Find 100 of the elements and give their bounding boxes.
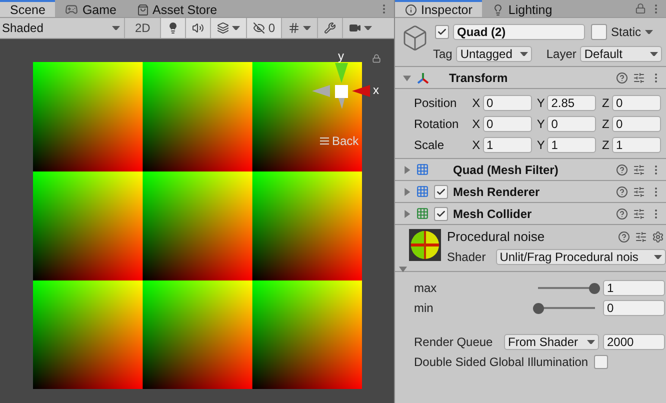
menu-icon[interactable]: [320, 137, 329, 145]
number-field[interactable]: 2000: [603, 334, 665, 350]
property-label: Double Sided Global Illumination: [414, 355, 588, 369]
number-field[interactable]: 0: [547, 116, 596, 132]
lightbulb-icon[interactable]: [167, 22, 180, 34]
number-field[interactable]: 0: [482, 116, 532, 132]
material-sphere-icon: [409, 229, 441, 261]
help-icon[interactable]: [616, 164, 628, 176]
number-field[interactable]: 0: [612, 94, 661, 110]
object-name-field[interactable]: Quad (2): [453, 24, 585, 40]
property-label: Position: [414, 96, 458, 110]
layer-dropdown[interactable]: Default: [580, 46, 662, 62]
number-field[interactable]: 1: [482, 136, 532, 152]
double-sided-checkbox[interactable]: [594, 355, 608, 369]
presets-icon[interactable]: [635, 230, 647, 242]
presets-icon[interactable]: [633, 164, 645, 176]
axis-label: X: [472, 116, 480, 130]
bag-icon: [136, 4, 148, 16]
help-icon[interactable]: [616, 72, 628, 84]
axes-icon: [416, 72, 430, 84]
presets-icon[interactable]: [633, 208, 645, 220]
presets-icon[interactable]: [633, 72, 645, 84]
caret-icon: [364, 26, 372, 30]
foldout-arrow-icon[interactable]: [403, 188, 411, 196]
grid-icon: [416, 207, 429, 220]
foldout-arrow-icon[interactable]: [403, 210, 411, 218]
x-axis-label: x: [373, 83, 379, 97]
lightbulb-icon: [492, 4, 504, 16]
caret-icon: [303, 26, 312, 30]
number-field[interactable]: 0: [482, 94, 532, 110]
static-label: Static: [611, 25, 642, 39]
tab[interactable]: Lighting: [482, 0, 562, 17]
axis-label: X: [472, 138, 480, 152]
tab[interactable]: Inspector: [395, 0, 482, 17]
axis-label: X: [472, 96, 480, 110]
info-icon: [405, 4, 417, 16]
grid-icon[interactable]: [288, 22, 300, 34]
number-field[interactable]: 0: [603, 300, 665, 316]
enabled-checkbox[interactable]: [434, 206, 448, 220]
slider-thumb[interactable]: [589, 282, 600, 294]
section-title: Transform: [449, 70, 508, 84]
axis-label: Y: [536, 116, 546, 130]
help-icon[interactable]: [618, 230, 630, 242]
tag-dropdown[interactable]: Untagged: [456, 46, 532, 62]
lock-icon[interactable]: [372, 54, 381, 63]
static-checkbox[interactable]: [591, 24, 607, 40]
caret-icon: [232, 26, 240, 30]
tab[interactable]: Scene: [0, 0, 56, 17]
caret-icon: [587, 340, 595, 344]
tag-label: Tag: [433, 47, 452, 61]
number-field[interactable]: 1: [547, 136, 596, 152]
layers-icon[interactable]: [217, 22, 230, 34]
axis-label: Y: [536, 138, 546, 152]
number-field[interactable]: 1: [612, 136, 661, 152]
caret-icon: [520, 52, 528, 56]
layer-label: Layer: [546, 47, 576, 61]
axis-label: Z: [601, 96, 610, 110]
check-icon: [437, 27, 447, 37]
property-label: min: [414, 301, 434, 315]
section-title: Quad (Mesh Filter): [453, 162, 558, 176]
help-icon[interactable]: [616, 208, 628, 220]
foldout-arrow-icon[interactable]: [399, 265, 407, 273]
tab[interactable]: Game: [55, 0, 126, 17]
help-icon[interactable]: [616, 186, 628, 198]
shader-label: Shader: [447, 250, 486, 264]
grid-icon: [416, 185, 429, 198]
section-title: Mesh Renderer: [453, 184, 540, 198]
number-field[interactable]: 2.85: [547, 94, 596, 110]
number-field[interactable]: 1: [603, 280, 665, 296]
lock-icon[interactable]: [635, 3, 646, 14]
number-field[interactable]: 0: [612, 116, 661, 132]
property-label: Render Queue: [414, 335, 493, 349]
cube-icon[interactable]: [401, 24, 429, 52]
check-icon: [436, 208, 446, 218]
enabled-checkbox[interactable]: [434, 184, 448, 198]
grid-icon: [416, 163, 429, 176]
settings-icon[interactable]: [652, 230, 664, 242]
property-label: max: [414, 281, 437, 295]
hidden-count: 0: [268, 21, 276, 35]
axis-label: Y: [536, 96, 546, 110]
wrench-icon[interactable]: [324, 22, 336, 34]
active-checkbox[interactable]: [435, 25, 449, 39]
hidden-eye-icon[interactable]: [253, 22, 266, 34]
y-axis-label: y: [338, 49, 344, 63]
render-queue-dropdown[interactable]: From Shader: [504, 334, 599, 350]
foldout-arrow-icon[interactable]: [403, 166, 411, 174]
gamepad-icon: [65, 3, 78, 16]
section-title: Mesh Collider: [453, 206, 532, 220]
shader-dropdown[interactable]: Unlit/Frag Procedural nois: [496, 249, 666, 265]
caret-icon: [112, 26, 120, 30]
material-name: Procedural noise: [447, 229, 545, 244]
slider-thumb[interactable]: [533, 302, 544, 314]
presets-icon[interactable]: [633, 186, 645, 198]
caret-icon: [650, 52, 658, 56]
tab[interactable]: Asset Store: [126, 0, 228, 17]
foldout-arrow-icon[interactable]: [403, 74, 411, 82]
camera-icon[interactable]: [349, 22, 362, 34]
property-label: Rotation: [414, 116, 460, 130]
speaker-icon[interactable]: [192, 22, 204, 34]
axis-label: Z: [601, 116, 610, 130]
